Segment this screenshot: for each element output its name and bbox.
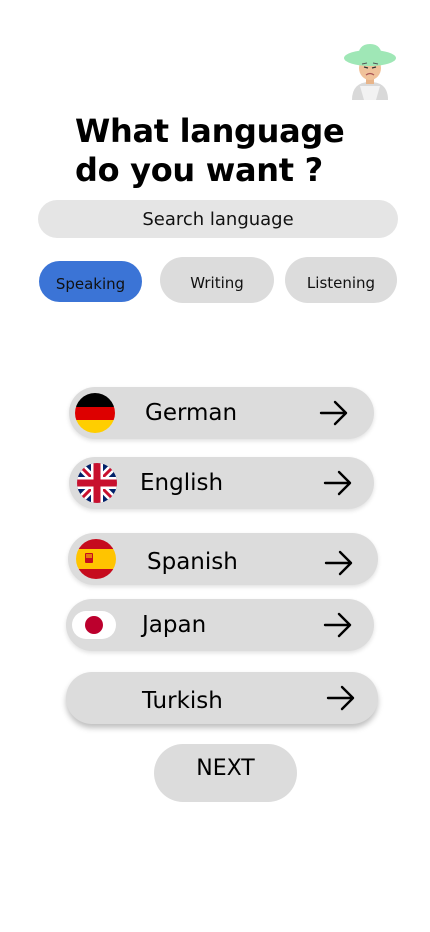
tab-speaking-label: Speaking	[55, 274, 126, 293]
language-option-german[interactable]: German	[69, 387, 374, 439]
language-label: German	[145, 400, 238, 426]
tab-listening-label: Listening	[306, 274, 376, 292]
japan-flag-icon	[72, 611, 116, 639]
language-label: Turkish	[142, 688, 223, 714]
language-label: English	[140, 470, 224, 496]
next-button-label: NEXT	[196, 756, 255, 781]
arrow-right-icon	[319, 399, 349, 427]
arrow-right-icon	[323, 469, 353, 497]
tab-writing-label: Writing	[190, 274, 244, 292]
language-option-japan[interactable]: Japan	[66, 599, 374, 651]
search-input[interactable]	[38, 200, 398, 238]
arrow-right-icon	[326, 684, 356, 712]
uk-flag-icon	[77, 463, 117, 503]
language-option-english[interactable]: English	[69, 457, 374, 509]
language-option-turkish[interactable]: Turkish	[66, 672, 378, 724]
germany-flag-icon	[75, 393, 115, 433]
language-label: Spanish	[147, 549, 238, 575]
page-title: What language do you want ?	[75, 112, 345, 189]
tab-listening[interactable]: Listening	[285, 257, 397, 303]
language-option-spanish[interactable]: Spanish	[68, 533, 378, 585]
language-label: Japan	[142, 612, 207, 638]
spain-flag-icon	[76, 539, 116, 579]
next-button[interactable]: NEXT	[154, 744, 297, 802]
tab-speaking[interactable]: Speaking	[39, 261, 142, 302]
arrow-right-icon	[323, 611, 353, 639]
farmer-avatar-icon	[342, 42, 398, 100]
tab-writing[interactable]: Writing	[160, 257, 274, 303]
arrow-right-icon	[324, 549, 354, 577]
